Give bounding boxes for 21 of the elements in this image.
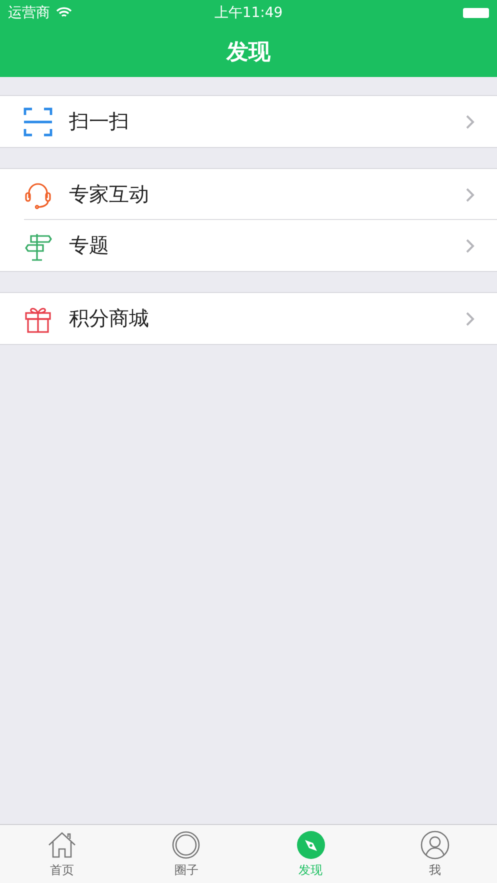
tab[interactable]: 首页 [0,825,124,883]
menu-item[interactable]: 专家互动 [0,169,497,220]
status-time: 上午11:49 [214,4,283,22]
ring-icon [171,830,202,860]
scan-icon [23,106,53,136]
wifi-icon [56,7,72,19]
battery-icon [463,8,489,18]
carrier-name: 运营商 [8,4,50,22]
chevron-icon [465,238,475,254]
home-icon [47,830,78,860]
page-title: 发现 [226,38,270,66]
menu-item[interactable]: 专题 [0,220,497,271]
chevron-icon [465,310,475,326]
chevron-icon [465,186,475,202]
chevron-icon [465,114,475,130]
menu-item[interactable]: 扫一扫 [0,96,497,147]
profile-icon [420,830,450,860]
compass-icon [296,830,326,860]
tab[interactable]: 圈子 [124,825,248,883]
tab[interactable]: 我 [372,825,497,883]
menu-item[interactable]: 积分商城 [0,293,497,344]
